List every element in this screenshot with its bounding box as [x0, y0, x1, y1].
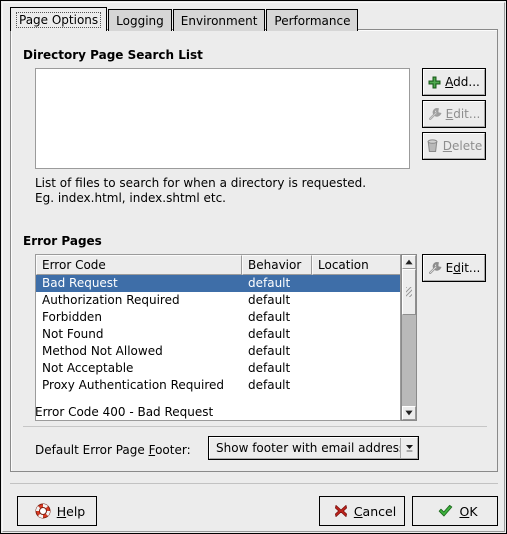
directory-page-search-listbox[interactable]	[35, 68, 410, 169]
column-header-location[interactable]: Location	[312, 255, 400, 275]
add-button-label: Add...	[445, 75, 480, 89]
scrollbar-down-button[interactable]	[402, 406, 416, 420]
cell-behavior: default	[248, 361, 291, 375]
tab-bar: Page Options Logging Environment Perform…	[10, 7, 359, 31]
cancel-button-label: Cancel	[353, 503, 397, 519]
cell-behavior: default	[248, 327, 291, 341]
x-icon	[334, 504, 348, 518]
trash-icon	[426, 139, 439, 153]
ok-button-label: OK	[459, 503, 478, 519]
delete-button-label: Delete	[442, 139, 483, 153]
cell-error-code: Bad Request	[42, 276, 118, 290]
default-error-page-footer-label: Default Error Page Footer:	[35, 443, 191, 457]
column-header-error-code[interactable]: Error Code	[36, 255, 242, 275]
lifebuoy-icon	[35, 503, 51, 519]
edit-error-page-button[interactable]: Edit...	[422, 254, 486, 282]
scrollbar-grip-icon	[406, 287, 412, 297]
error-pages-table-header: Error Code Behavior Location	[36, 255, 400, 275]
scrollbar-up-button[interactable]	[402, 255, 416, 269]
wrench-icon	[428, 261, 442, 275]
scrollbar-track[interactable]	[402, 315, 416, 406]
tab-performance-label: Performance	[274, 13, 351, 28]
cell-behavior: default	[248, 310, 291, 324]
ok-button[interactable]: OK	[412, 496, 498, 526]
error-pages-table[interactable]: Error Code Behavior Location Bad Request…	[35, 254, 401, 421]
tab-logging-label: Logging	[116, 13, 164, 28]
table-row[interactable]: Not Acceptable default	[36, 360, 400, 377]
wrench-icon	[428, 107, 442, 121]
tab-page-options[interactable]: Page Options	[10, 7, 108, 31]
footer-select-value: Show footer with email address	[216, 441, 400, 455]
dialog-inner-frame: Page Options Logging Environment Perform…	[2, 2, 505, 532]
directory-help-line-1: List of files to search for when a direc…	[35, 176, 367, 190]
help-button-label: Help	[56, 503, 86, 519]
plus-icon	[428, 76, 441, 89]
edit-directory-button[interactable]: Edit...	[422, 100, 486, 128]
check-icon	[438, 504, 453, 518]
tab-page-options-label: Page Options	[16, 11, 102, 28]
cell-error-code: Method Not Allowed	[42, 344, 163, 358]
cell-behavior: default	[248, 344, 291, 358]
cell-error-code: Proxy Authentication Required	[42, 378, 224, 392]
error-code-status-text: Error Code 400 - Bad Request	[35, 405, 214, 419]
cell-behavior: default	[248, 378, 291, 392]
error-pages-table-body: Bad Request default Authorization Requir…	[36, 275, 400, 394]
scrollbar-thumb[interactable]	[402, 269, 416, 315]
cell-error-code: Forbidden	[42, 310, 102, 324]
error-pages-heading: Error Pages	[23, 234, 102, 248]
directory-help-line-2: Eg. index.html, index.shtml etc.	[35, 191, 226, 205]
cell-error-code: Not Found	[42, 327, 104, 341]
table-row[interactable]: Not Found default	[36, 326, 400, 343]
help-button[interactable]: Help	[17, 496, 97, 526]
cell-error-code: Authorization Required	[42, 293, 180, 307]
table-row[interactable]: Bad Request default	[36, 275, 400, 292]
tab-environment-label: Environment	[180, 13, 258, 28]
add-button[interactable]: Add...	[422, 68, 486, 96]
table-row[interactable]: Forbidden default	[36, 309, 400, 326]
status-divider	[23, 426, 487, 427]
error-pages-scrollbar[interactable]	[401, 254, 417, 421]
page-options-dialog: Page Options Logging Environment Perform…	[0, 0, 507, 534]
tab-logging[interactable]: Logging	[108, 9, 172, 31]
tab-environment[interactable]: Environment	[172, 9, 266, 31]
delete-button[interactable]: Delete	[422, 132, 486, 160]
bottom-bar-divider	[10, 483, 498, 484]
table-row[interactable]: Method Not Allowed default	[36, 343, 400, 360]
column-header-behavior[interactable]: Behavior	[242, 255, 312, 275]
edit-error-page-button-label: Edit...	[445, 261, 481, 275]
chevron-down-icon[interactable]	[400, 437, 418, 459]
cancel-button[interactable]: Cancel	[319, 496, 405, 526]
cell-behavior: default	[248, 276, 291, 290]
default-error-page-footer-select[interactable]: Show footer with email address	[208, 436, 419, 460]
tab-performance[interactable]: Performance	[266, 9, 359, 31]
cell-behavior: default	[248, 293, 291, 307]
page-options-panel: Directory Page Search List Add... Edit..…	[10, 29, 498, 472]
table-row[interactable]: Proxy Authentication Required default	[36, 377, 400, 394]
edit-directory-button-label: Edit...	[445, 107, 481, 121]
cell-error-code: Not Acceptable	[42, 361, 134, 375]
table-row[interactable]: Authorization Required default	[36, 292, 400, 309]
directory-page-search-list-heading: Directory Page Search List	[23, 48, 203, 62]
